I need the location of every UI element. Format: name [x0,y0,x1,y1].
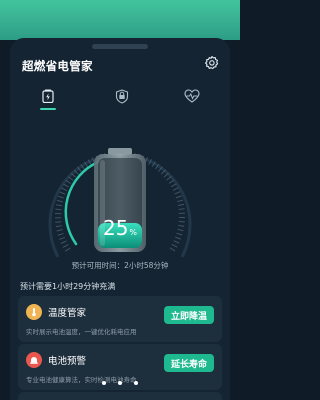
battery-icon [42,89,54,103]
available-time: 预计可用时间：2小时58分钟 [71,261,169,270]
tab-health[interactable] [172,84,212,108]
app-screen: 超燃省电管家 25% 预计可用时间：2小时58分钟 预计需要1小时29分钟充满 … [10,38,230,400]
page-dot[interactable] [102,381,106,385]
card-title: 温度管家 [48,308,87,319]
battery-percent-unit: % [129,228,138,237]
battery-gauge [48,148,192,258]
header-background [0,0,240,40]
tab-battery[interactable] [28,84,68,110]
card-description: 实时展示电池温度，一键优化耗电应用 [26,328,137,336]
alarm-icon [26,352,42,368]
page-indicator [10,370,230,389]
tab-bar [10,84,230,112]
page-dot[interactable] [118,381,122,385]
card-title: 电池预警 [48,356,87,367]
cool-down-button[interactable]: 立即降温 [163,306,214,324]
thermometer-icon [26,304,42,320]
gear-icon[interactable] [204,55,220,71]
handle-bar [92,44,148,49]
battery-percentage: 25% [10,216,230,240]
tab-protection[interactable] [102,84,142,108]
page-dot[interactable] [134,381,138,385]
battery-percent-value: 25 [102,216,129,240]
heart-rate-icon [184,89,200,103]
temperature-card[interactable]: 温度管家 实时展示电池温度，一键优化耗电应用 立即降温 [18,296,222,342]
shield-icon [115,88,129,104]
next-card [18,392,222,400]
charge-estimate: 预计需要1小时29分钟充满 [20,282,116,291]
app-title: 超燃省电管家 [22,59,93,73]
